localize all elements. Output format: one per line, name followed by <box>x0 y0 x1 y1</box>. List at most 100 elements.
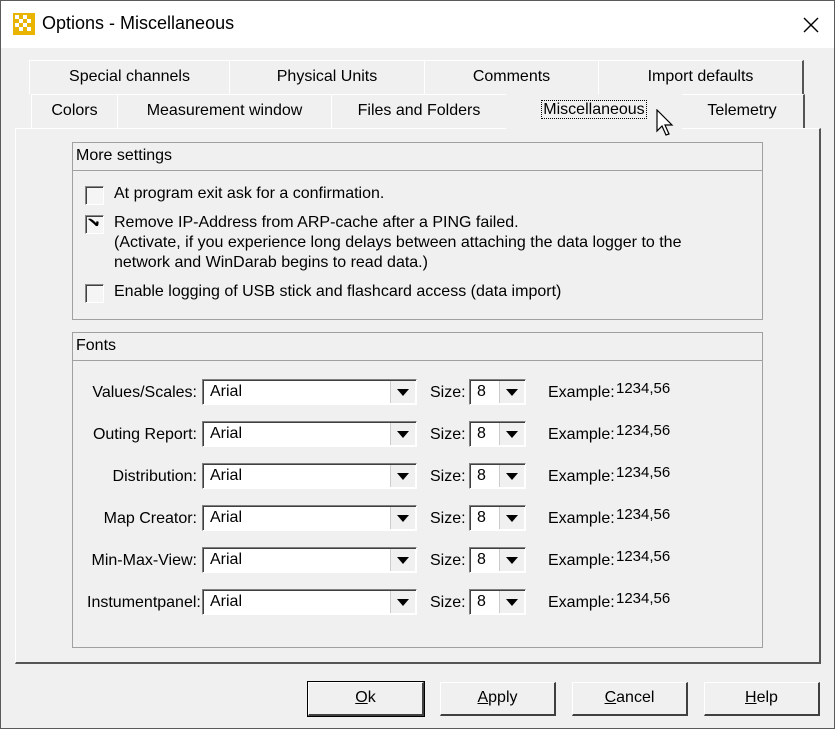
tab-label: Colors <box>51 102 98 119</box>
chevron-down-icon <box>397 472 409 480</box>
chevron-down-icon <box>397 514 409 522</box>
dropdown-button[interactable] <box>499 507 524 529</box>
dropdown-button[interactable] <box>499 465 524 487</box>
font-size-value: 8 <box>477 593 486 610</box>
apply-button[interactable]: Apply <box>440 682 556 716</box>
mouse-cursor-icon <box>656 109 674 136</box>
font-family-select[interactable]: Arial <box>202 421 417 447</box>
example-label: Example: <box>548 552 615 569</box>
example-label: Example: <box>548 510 615 527</box>
tab-measurement-window[interactable]: Measurement window <box>117 94 333 128</box>
example-label: Example: <box>548 426 615 443</box>
chevron-down-icon <box>506 514 518 522</box>
example-value: 1234,56 <box>616 422 671 439</box>
app-icon <box>13 13 35 35</box>
font-size-value: 8 <box>477 383 486 400</box>
fonts-header: Fonts <box>73 333 762 361</box>
font-size-value: 8 <box>477 551 486 568</box>
font-family-select[interactable]: Arial <box>202 463 417 489</box>
ok-label: Ok <box>355 689 376 706</box>
font-size-select[interactable]: 8 <box>469 505 526 531</box>
font-size-select[interactable]: 8 <box>469 589 526 615</box>
size-label: Size: <box>430 552 466 569</box>
dropdown-button[interactable] <box>390 465 415 487</box>
example-label: Example: <box>548 384 615 401</box>
font-family-select[interactable]: Arial <box>202 505 417 531</box>
size-label: Size: <box>430 426 466 443</box>
tab-label: Miscellaneous <box>541 100 647 119</box>
example-value: 1234,56 <box>616 590 671 607</box>
example-value: 1234,56 <box>616 548 671 565</box>
font-size-select[interactable]: 8 <box>469 379 526 405</box>
tab-telemetry[interactable]: Telemetry <box>680 94 805 128</box>
cancel-button[interactable]: Cancel <box>572 682 688 716</box>
usb-logging-label: Enable logging of USB stick and flashcar… <box>114 283 562 300</box>
more-settings-header: More settings <box>73 143 762 171</box>
font-row-label: Instumentpanel: <box>87 594 201 611</box>
example-value: 1234,56 <box>616 380 671 397</box>
chevron-down-icon <box>506 388 518 396</box>
usb-logging-option[interactable]: Enable logging of USB stick and flashcar… <box>85 282 561 303</box>
dropdown-button[interactable] <box>390 549 415 571</box>
title-bar: Options - Miscellaneous <box>1 1 834 48</box>
chevron-down-icon <box>506 556 518 564</box>
example-value: 1234,56 <box>616 506 671 523</box>
tab-physical-units[interactable]: Physical Units <box>229 60 426 94</box>
example-value: 1234,56 <box>616 464 671 481</box>
tab-comments[interactable]: Comments <box>424 60 600 94</box>
tab-label: Files and Folders <box>357 102 481 119</box>
close-icon <box>803 17 819 32</box>
font-size-value: 8 <box>477 509 486 526</box>
dropdown-button[interactable] <box>390 507 415 529</box>
exit-confirmation-option[interactable]: At program exit ask for a confirmation. <box>85 184 384 205</box>
remove-ip-label-line3: network and WinDarab begins to read data… <box>114 254 428 271</box>
tab-label: Comments <box>472 68 551 85</box>
tab-special-channels[interactable]: Special channels <box>29 60 231 94</box>
font-family-select[interactable]: Arial <box>202 379 417 405</box>
font-family-value: Arial <box>210 593 243 610</box>
chevron-down-icon <box>506 430 518 438</box>
font-size-select[interactable]: 8 <box>469 547 526 573</box>
tab-colors[interactable]: Colors <box>31 94 119 128</box>
tab-label: Measurement window <box>146 102 303 119</box>
ok-button[interactable]: Ok <box>307 681 425 717</box>
remove-ip-label-line2: (Activate, if you experience long delays… <box>114 234 682 251</box>
chevron-down-icon <box>397 430 409 438</box>
font-row-label: Distribution: <box>112 468 197 485</box>
chevron-down-icon <box>506 598 518 606</box>
font-family-value: Arial <box>210 383 243 400</box>
dropdown-button[interactable] <box>390 423 415 445</box>
tab-files-and-folders[interactable]: Files and Folders <box>331 94 508 128</box>
size-label: Size: <box>430 594 466 611</box>
remove-ip-label: Remove IP-Address from ARP-cache after a… <box>114 213 681 273</box>
dropdown-button[interactable] <box>390 381 415 403</box>
exit-confirmation-checkbox[interactable] <box>85 186 104 205</box>
dropdown-button[interactable] <box>499 381 524 403</box>
font-family-select[interactable]: Arial <box>202 547 417 573</box>
usb-logging-checkbox[interactable] <box>85 284 104 303</box>
tab-import-defaults[interactable]: Import defaults <box>598 60 804 94</box>
dropdown-button[interactable] <box>499 549 524 571</box>
font-size-select[interactable]: 8 <box>469 463 526 489</box>
dropdown-button[interactable] <box>390 591 415 613</box>
font-family-value: Arial <box>210 551 243 568</box>
chevron-down-icon <box>397 388 409 396</box>
tab-label: Telemetry <box>707 102 777 119</box>
help-label: Help <box>745 689 778 706</box>
size-label: Size: <box>430 384 466 401</box>
font-family-select[interactable]: Arial <box>202 589 417 615</box>
close-button[interactable] <box>788 1 834 48</box>
chevron-down-icon <box>506 472 518 480</box>
remove-ip-option[interactable]: Remove IP-Address from ARP-cache after a… <box>85 213 681 273</box>
help-button[interactable]: Help <box>704 682 820 716</box>
remove-ip-checkbox[interactable] <box>85 215 104 234</box>
size-label: Size: <box>430 510 466 527</box>
tab-label: Physical Units <box>276 68 378 85</box>
dropdown-button[interactable] <box>499 591 524 613</box>
font-row-label: Values/Scales: <box>92 384 197 401</box>
tab-label: Import defaults <box>647 68 754 85</box>
dropdown-button[interactable] <box>499 423 524 445</box>
font-row-label: Map Creator: <box>103 510 197 527</box>
font-size-select[interactable]: 8 <box>469 421 526 447</box>
exit-confirmation-label: At program exit ask for a confirmation. <box>114 185 385 202</box>
